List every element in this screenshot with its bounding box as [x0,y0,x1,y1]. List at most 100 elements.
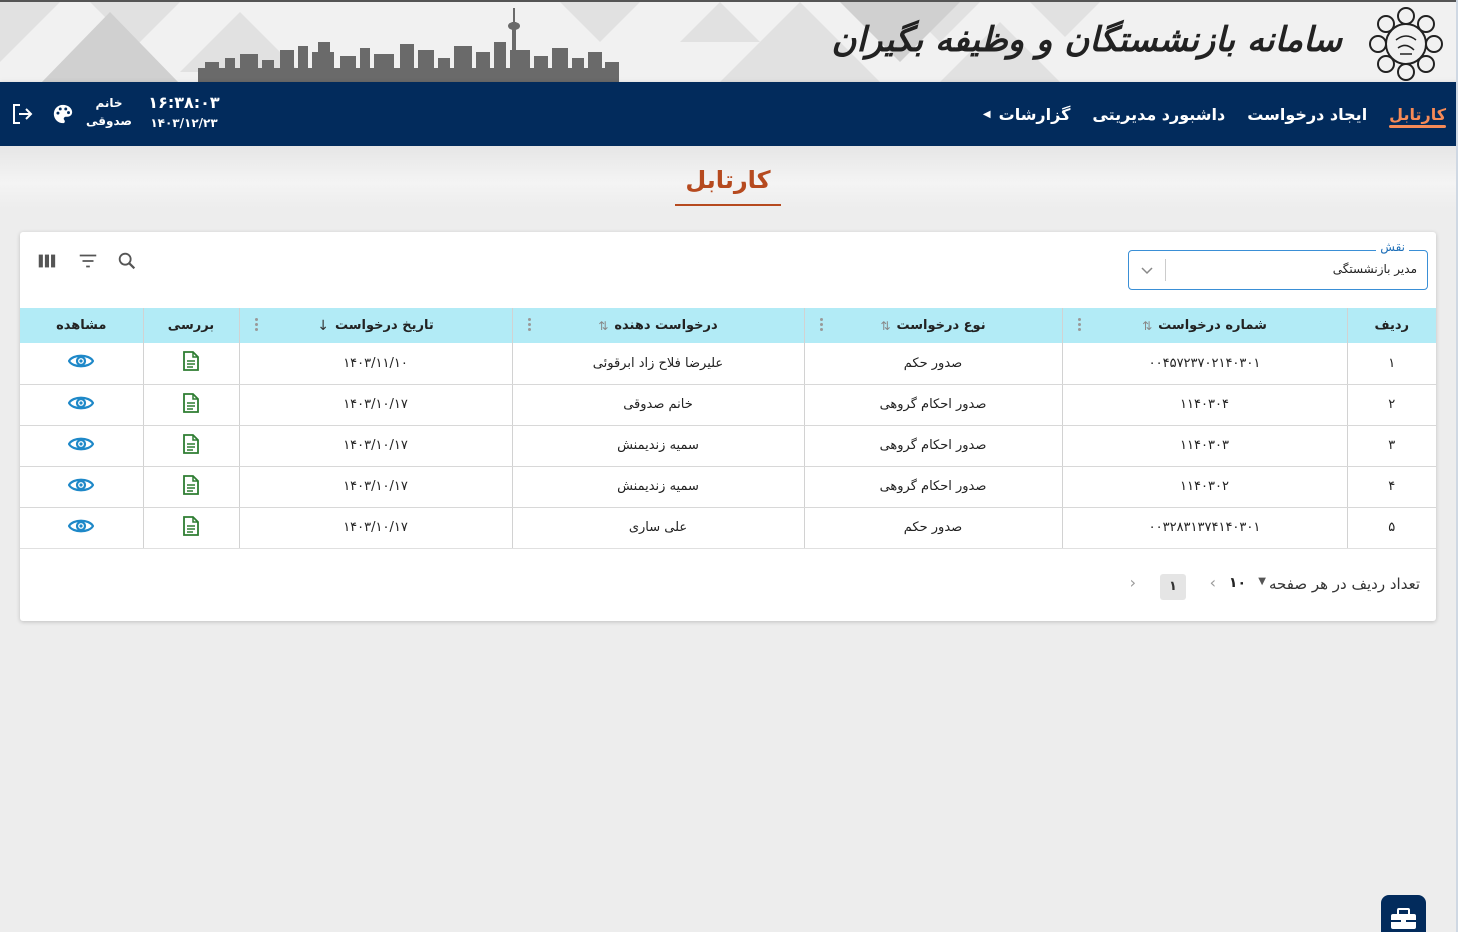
cell-row-number: ۱ [1346,343,1436,385]
logout-icon[interactable] [10,102,34,126]
cell-view [20,507,143,549]
header-row-label: ردیف [1374,318,1410,333]
cell-row-number: ۴ [1346,466,1436,508]
cell-view [20,384,143,426]
cell-request-type: صدور حکم [803,507,1062,549]
eye-icon[interactable] [67,394,95,416]
table-row[interactable]: ۳ ۱۱۴۰۳۰۳ صدور احکام گروهی سمیه زندیمنش ۱۴۰۳… [20,425,1436,467]
cell-view [20,425,143,467]
nav-reports[interactable]: گزارشات ◀ [983,82,1070,146]
caret-left-icon: ◀ [982,108,991,120]
cell-row-number: ۳ [1346,425,1436,467]
filter-icon[interactable] [77,250,99,272]
document-icon[interactable] [182,474,200,499]
cell-request-date: ۱۴۰۳/۱۰/۱۷ [238,507,512,549]
clock: ۱۶:۳۸:۰۳ ۱۴۰۳/۱۲/۲۳ [148,92,220,132]
cell-request-date: ۱۴۰۳/۱۱/۱۰ [238,343,512,385]
table-row[interactable]: ۴ ۱۱۴۰۳۰۲ صدور احکام گروهی سمیه زندیمنش ۱۴۰۳… [20,466,1436,508]
eye-icon[interactable] [67,476,95,498]
sort-desc-icon[interactable]: ↓ [317,318,329,334]
column-menu-icon[interactable] [254,317,260,333]
document-icon[interactable] [182,351,200,375]
user-area: خانم صدوقی ۱۶:۳۸:۰۳ ۱۴۰۳/۱۲/۲۳ [0,82,240,146]
municipality-logo-icon [1369,7,1443,81]
chevron-down-icon[interactable] [1139,262,1155,278]
document-icon[interactable] [182,515,200,540]
palette-icon[interactable] [52,103,74,125]
cell-view [20,466,143,508]
nav-kartable[interactable]: کارتابل [1389,82,1446,146]
cell-request-type: صدور احکام گروهی [803,425,1062,467]
user-surname: صدوقی [86,114,132,128]
header-number-label: شماره درخواست [1158,318,1267,333]
cell-review [142,466,239,508]
cell-requester: علیرضا فلاح زاد ابرقوئی [511,343,804,385]
table-footer: تعداد ردیف در هر صفحه ۱۰ ▼ › ۱ ‹ [20,548,1436,621]
eye-icon[interactable] [67,352,95,374]
cell-request-date: ۱۴۰۳/۱۰/۱۷ [238,466,512,508]
caret-down-icon[interactable]: ▼ [1258,576,1266,587]
cell-request-date: ۱۴۰۳/۱۰/۱۷ [238,384,512,426]
search-icon[interactable] [116,250,138,272]
sort-icon[interactable]: ⇅ [1142,319,1152,333]
cell-requester: سمیه زندیمنش [511,425,804,467]
column-menu-icon[interactable] [819,317,825,333]
document-icon[interactable] [182,433,200,458]
main-nav: کارتابل ایجاد درخواست داشبورد مدیریتی گز… [961,82,1446,146]
nav-create-request[interactable]: ایجاد درخواست [1247,82,1367,146]
header-request-number[interactable]: شماره درخواست ⇅ [1061,308,1347,343]
user-name: خانم صدوقی [86,94,132,130]
rows-per-page-select[interactable]: ۱۰ [1229,575,1246,591]
columns-icon[interactable] [36,250,58,272]
cell-requester: علی ساری [511,507,804,549]
eye-icon[interactable] [67,435,95,457]
clock-time: ۱۶:۳۸:۰۳ [148,93,220,112]
page-title: کارتابل [675,166,781,206]
column-menu-icon[interactable] [527,317,533,333]
table-row[interactable]: ۱ ۰۰۴۵۷۲۳۷۰۲۱۴۰۳۰۱ صدور حکم علیرضا فلاح زاد… [20,343,1436,385]
table-body: ۱ ۰۰۴۵۷۲۳۷۰۲۱۴۰۳۰۱ صدور حکم علیرضا فلاح زاد… [20,343,1436,549]
cell-request-type: صدور احکام گروهی [803,384,1062,426]
cell-request-number: ۱۱۴۰۳۰۲ [1061,466,1347,508]
cell-view [20,343,143,385]
role-select[interactable]: نقش مدیر بازنشستگی [1128,240,1428,290]
top-navbar: کارتابل ایجاد درخواست داشبورد مدیریتی گز… [0,82,1458,146]
cell-request-type: صدور احکام گروهی [803,466,1062,508]
cell-requester: سمیه زندیمنش [511,466,804,508]
cell-requester: خانم صدوقی [511,384,804,426]
sort-icon[interactable]: ⇅ [880,319,890,333]
header-view: مشاهده [20,308,143,343]
select-divider [1165,259,1166,281]
chevron-right-icon[interactable]: › [1210,573,1216,592]
header-review: بررسی [142,308,239,343]
role-value: مدیر بازنشستگی [1332,262,1417,276]
table-row[interactable]: ۵ ۰۰۳۲۸۳۱۳۷۴۱۴۰۳۰۱ صدور حکم علی ساری ۱۴۰۳/۱۰… [20,507,1436,549]
current-page-button[interactable]: ۱ [1160,574,1186,600]
cell-review [142,507,239,549]
cell-request-number: ۱۱۴۰۳۰۴ [1061,384,1347,426]
toolbox-icon [1391,908,1416,929]
nav-reports-label: گزارشات [998,104,1071,124]
user-title: خانم [95,96,123,110]
header-date-label: تاریخ درخواست [335,318,434,333]
eye-icon[interactable] [67,517,95,539]
cell-row-number: ۵ [1346,507,1436,549]
app-title: سامانه بازنشستگان و وظیفه بگیران [831,20,1342,60]
cell-request-type: صدور حکم [803,343,1062,385]
header-request-type[interactable]: نوع درخواست ⇅ [803,308,1062,343]
rows-per-page-label: تعداد ردیف در هر صفحه [1269,575,1420,593]
header-request-date[interactable]: تاریخ درخواست ↓ [238,308,512,343]
chevron-left-icon[interactable]: ‹ [1130,573,1136,592]
sort-icon[interactable]: ⇅ [598,319,608,333]
table-row[interactable]: ۲ ۱۱۴۰۳۰۴ صدور احکام گروهی خانم صدوقی ۱۴۰۳/۱… [20,384,1436,426]
clock-date: ۱۴۰۳/۱۲/۲۳ [150,116,218,130]
document-icon[interactable] [182,392,200,417]
nav-management-dashboard[interactable]: داشبورد مدیریتی [1092,82,1225,146]
toolbox-button[interactable] [1381,895,1426,932]
cell-review [142,343,239,385]
kartable-card: نقش مدیر بازنشستگی ردیف شماره درخواست ⇅ [20,232,1436,621]
cell-request-number: ۰۰۴۵۷۲۳۷۰۲۱۴۰۳۰۱ [1061,343,1347,385]
cell-row-number: ۲ [1346,384,1436,426]
column-menu-icon[interactable] [1077,317,1083,333]
header-requester[interactable]: درخواست دهنده ⇅ [511,308,804,343]
